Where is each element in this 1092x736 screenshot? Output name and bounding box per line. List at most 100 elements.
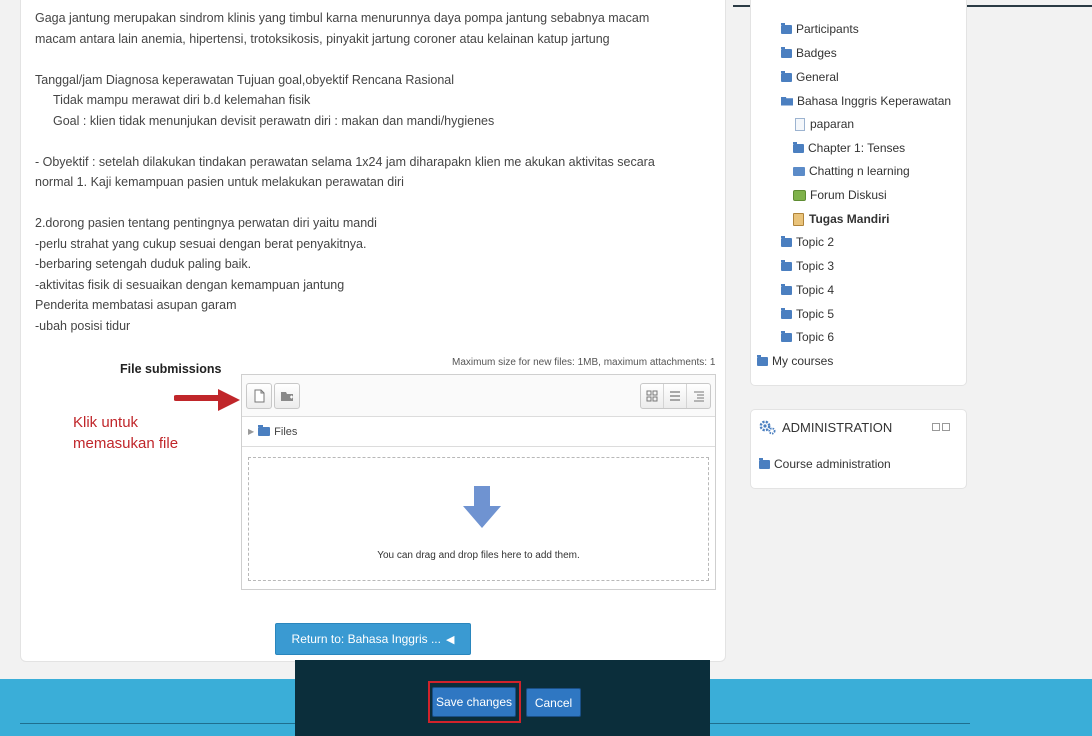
folder-icon — [781, 283, 792, 295]
file-submissions-label: File submissions — [120, 362, 222, 376]
essay-gap — [35, 193, 725, 214]
nav-item-topic3[interactable]: Topic 3 — [781, 259, 834, 273]
nav-label: Topic 5 — [796, 307, 835, 321]
nav-label: Chatting n learning — [809, 164, 910, 178]
essay-line: normal 1. Kaji kemampuan pasien untuk me… — [35, 175, 404, 189]
nav-label: Topic 3 — [796, 259, 835, 273]
file-manager: ▶ Files You can drag and drop files here… — [241, 374, 716, 590]
administration-header: ADMINISTRATION — [758, 418, 892, 436]
create-folder-button[interactable] — [274, 383, 300, 409]
nav-item-tugas-mandiri[interactable]: Tugas Mandiri — [793, 212, 889, 226]
add-file-icon — [254, 389, 265, 403]
nav-item-participants[interactable]: Participants — [781, 22, 859, 36]
drop-zone[interactable]: You can drag and drop files here to add … — [248, 457, 709, 581]
view-icons-button[interactable] — [641, 384, 664, 408]
nav-item-topic6[interactable]: Topic 6 — [781, 330, 834, 344]
return-button[interactable]: Return to: Bahasa Inggris ... ◀ — [275, 623, 471, 655]
drop-zone-text: You can drag and drop files here to add … — [377, 550, 580, 561]
nav-item-my-courses[interactable]: My courses — [757, 354, 833, 368]
nav-item-chatting[interactable]: Chatting n learning — [793, 164, 910, 178]
nav-item-topic2[interactable]: Topic 2 — [781, 235, 834, 249]
administration-block: ADMINISTRATION Course administration — [750, 409, 967, 489]
essay-gap — [35, 131, 725, 152]
nav-label: Participants — [796, 22, 859, 36]
folder-icon — [759, 457, 770, 469]
add-file-button[interactable] — [246, 383, 272, 409]
essay-line: Tanggal/jam Diagnosa keperawatan Tujuan … — [35, 72, 455, 87]
essay-gap — [35, 49, 725, 70]
gear-icon — [759, 420, 776, 435]
nav-label: Forum Diskusi — [810, 188, 887, 202]
tree-icon — [693, 391, 704, 402]
essay-line: 2.dorong pasien tentang pentingnya perwa… — [35, 216, 377, 230]
file-manager-toolbar — [242, 375, 715, 417]
essay-line: -berbaring setengah duduk paling baik. — [35, 257, 252, 271]
file-path-bar[interactable]: ▶ Files — [242, 417, 715, 447]
folder-icon — [793, 141, 804, 153]
chat-icon — [793, 166, 805, 176]
annotation-text: Klik untuk memasukan file — [73, 412, 178, 454]
hide-icon[interactable] — [942, 423, 950, 431]
essay-line: - Obyektif : setelah dilakukan tindakan … — [35, 154, 655, 169]
return-icon: ◀ — [445, 633, 455, 646]
page-icon — [795, 117, 805, 131]
nav-item-badges[interactable]: Badges — [781, 46, 837, 60]
nav-label: Tugas Mandiri — [809, 212, 890, 226]
essay-line: -perlu strahat yang cukup sesuai dengan … — [35, 236, 367, 251]
nav-label: Course administration — [774, 457, 891, 471]
folder-icon — [757, 354, 768, 366]
navigation-block: Participants Badges General Bahasa Inggr… — [750, 0, 967, 386]
assignment-icon — [793, 212, 804, 226]
view-mode-group — [640, 383, 711, 409]
nav-label: My courses — [772, 354, 834, 368]
nav-label: Topic 6 — [796, 330, 835, 344]
essay-line: -ubah posisi tidur — [35, 318, 131, 333]
dock-icon[interactable] — [932, 423, 940, 431]
essay-line: Goal : klien tidak menunjukan devisit pe… — [53, 113, 495, 128]
folder-icon — [781, 259, 792, 271]
list-icon — [670, 391, 680, 401]
folder-icon — [258, 425, 271, 436]
nav-item-topic4[interactable]: Topic 4 — [781, 283, 834, 297]
nav-label: Bahasa Inggris Keperawatan — [797, 94, 952, 108]
nav-label: paparan — [810, 117, 855, 131]
essay-line: Penderita membatasi asupan garam — [35, 298, 237, 312]
administration-title: ADMINISTRATION — [782, 419, 893, 435]
red-arrow-icon — [174, 389, 240, 411]
folder-icon — [781, 46, 792, 58]
folder-icon — [781, 70, 792, 82]
cancel-button[interactable]: Cancel — [526, 688, 581, 717]
save-changes-button[interactable]: Save changes — [432, 687, 516, 717]
folder-icon — [781, 235, 792, 247]
grid-icon — [646, 390, 658, 402]
create-folder-icon — [281, 392, 293, 401]
folder-icon — [781, 307, 792, 319]
forum-icon — [793, 189, 806, 201]
return-button-label: Return to: Bahasa Inggris ... — [291, 632, 441, 646]
nav-label: Chapter 1: Tenses — [808, 141, 906, 155]
nav-label: Badges — [796, 46, 837, 60]
open-folder-icon — [781, 96, 793, 106]
essay-line: Gaga jantung merupakan sindrom klinis ya… — [35, 11, 650, 25]
nav-label: Topic 4 — [796, 283, 835, 297]
view-tree-button[interactable] — [687, 384, 710, 408]
essay-line: macam antara lain anemia, hipertensi, tr… — [35, 31, 610, 46]
view-list-button[interactable] — [664, 384, 687, 408]
block-controls — [932, 423, 950, 431]
nav-item-paparan[interactable]: paparan — [795, 117, 854, 131]
essay-line: -aktivitas fisik di sesuaikan dengan kem… — [35, 277, 345, 292]
expand-icon: ▶ — [248, 427, 255, 436]
download-arrow-icon — [463, 486, 501, 528]
folder-icon — [781, 330, 792, 342]
nav-label: General — [796, 70, 839, 84]
folder-icon — [781, 22, 792, 34]
nav-item-course-administration[interactable]: Course administration — [759, 457, 891, 471]
nav-item-forum[interactable]: Forum Diskusi — [793, 188, 887, 202]
nav-label: Topic 2 — [796, 235, 835, 249]
nav-item-course[interactable]: Bahasa Inggris Keperawatan — [781, 94, 951, 108]
nav-item-general[interactable]: General — [781, 70, 839, 84]
essay-line: Tidak mampu merawat diri b.d kelemahan f… — [53, 93, 311, 107]
path-label: Files — [274, 425, 298, 438]
nav-item-chapter1[interactable]: Chapter 1: Tenses — [793, 141, 905, 155]
nav-item-topic5[interactable]: Topic 5 — [781, 307, 834, 321]
